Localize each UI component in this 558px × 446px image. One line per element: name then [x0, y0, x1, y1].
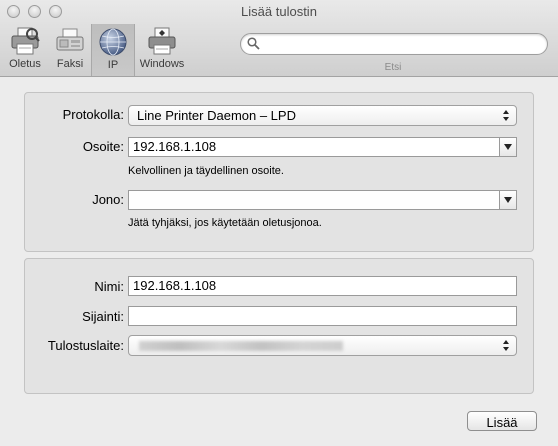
protocol-popup[interactable]: Line Printer Daemon – LPD: [128, 105, 517, 126]
queue-combo[interactable]: [128, 190, 517, 210]
toolbar-fax-label: Faksi: [56, 58, 84, 70]
protocol-value: Line Printer Daemon – LPD: [137, 108, 296, 123]
address-combo[interactable]: 192.168.1.108: [128, 137, 517, 157]
fax-icon: [54, 26, 86, 56]
search-icon: [247, 37, 260, 50]
address-label: Osoite:: [82, 139, 124, 154]
name-value: 192.168.1.108: [133, 278, 217, 293]
add-button[interactable]: Lisää: [467, 411, 537, 431]
toolbar: Lisää tulostin Oletus Faksi IP Windows E…: [0, 0, 558, 77]
name-label: Nimi:: [94, 279, 124, 294]
queue-hint: Jätä tyhjäksi, jos käytetään oletusjonoa…: [128, 217, 322, 229]
address-value: 192.168.1.108: [133, 139, 217, 154]
toolbar-default-button[interactable]: Oletus: [5, 26, 45, 74]
printer-details-group: Nimi: 192.168.1.108 Sijainti: Tulostusla…: [24, 258, 534, 394]
connection-group: Protokolla: Line Printer Daemon – LPD Os…: [24, 92, 534, 252]
chevron-down-icon: [504, 144, 512, 150]
queue-dropdown-button[interactable]: [499, 190, 517, 210]
queue-label: Jono:: [92, 192, 124, 207]
search-field[interactable]: [240, 33, 548, 55]
toolbar-ip-button[interactable]: IP: [91, 24, 135, 76]
use-popup[interactable]: [128, 335, 517, 356]
address-hint: Kelvollinen ja täydellinen osoite.: [128, 165, 284, 177]
protocol-label: Protokolla:: [62, 107, 124, 122]
windows-printer-icon: [146, 26, 178, 56]
location-label: Sijainti:: [82, 309, 124, 324]
search-label: Etsi: [384, 62, 402, 73]
toolbar-ip-label: IP: [107, 59, 119, 71]
popup-arrows-icon: [503, 110, 509, 121]
toolbar-default-label: Oletus: [9, 58, 41, 70]
popup-arrows-icon: [503, 340, 509, 351]
use-label: Tulostuslaite:: [47, 338, 124, 353]
ip-globe-icon: [97, 27, 129, 57]
window-title: Lisää tulostin: [241, 4, 317, 19]
add-printer-window: Lisää tulostin Oletus Faksi IP Windows E…: [0, 0, 558, 446]
toolbar-windows-label: Windows: [139, 58, 185, 70]
toolbar-windows-button[interactable]: Windows: [136, 26, 188, 74]
toolbar-fax-button[interactable]: Faksi: [52, 26, 88, 74]
chevron-down-icon: [504, 197, 512, 203]
redacted-driver-name: [139, 341, 343, 351]
address-dropdown-button[interactable]: [499, 137, 517, 157]
location-field[interactable]: [128, 306, 517, 326]
name-field[interactable]: 192.168.1.108: [128, 276, 517, 296]
default-printer-icon: [9, 26, 41, 56]
